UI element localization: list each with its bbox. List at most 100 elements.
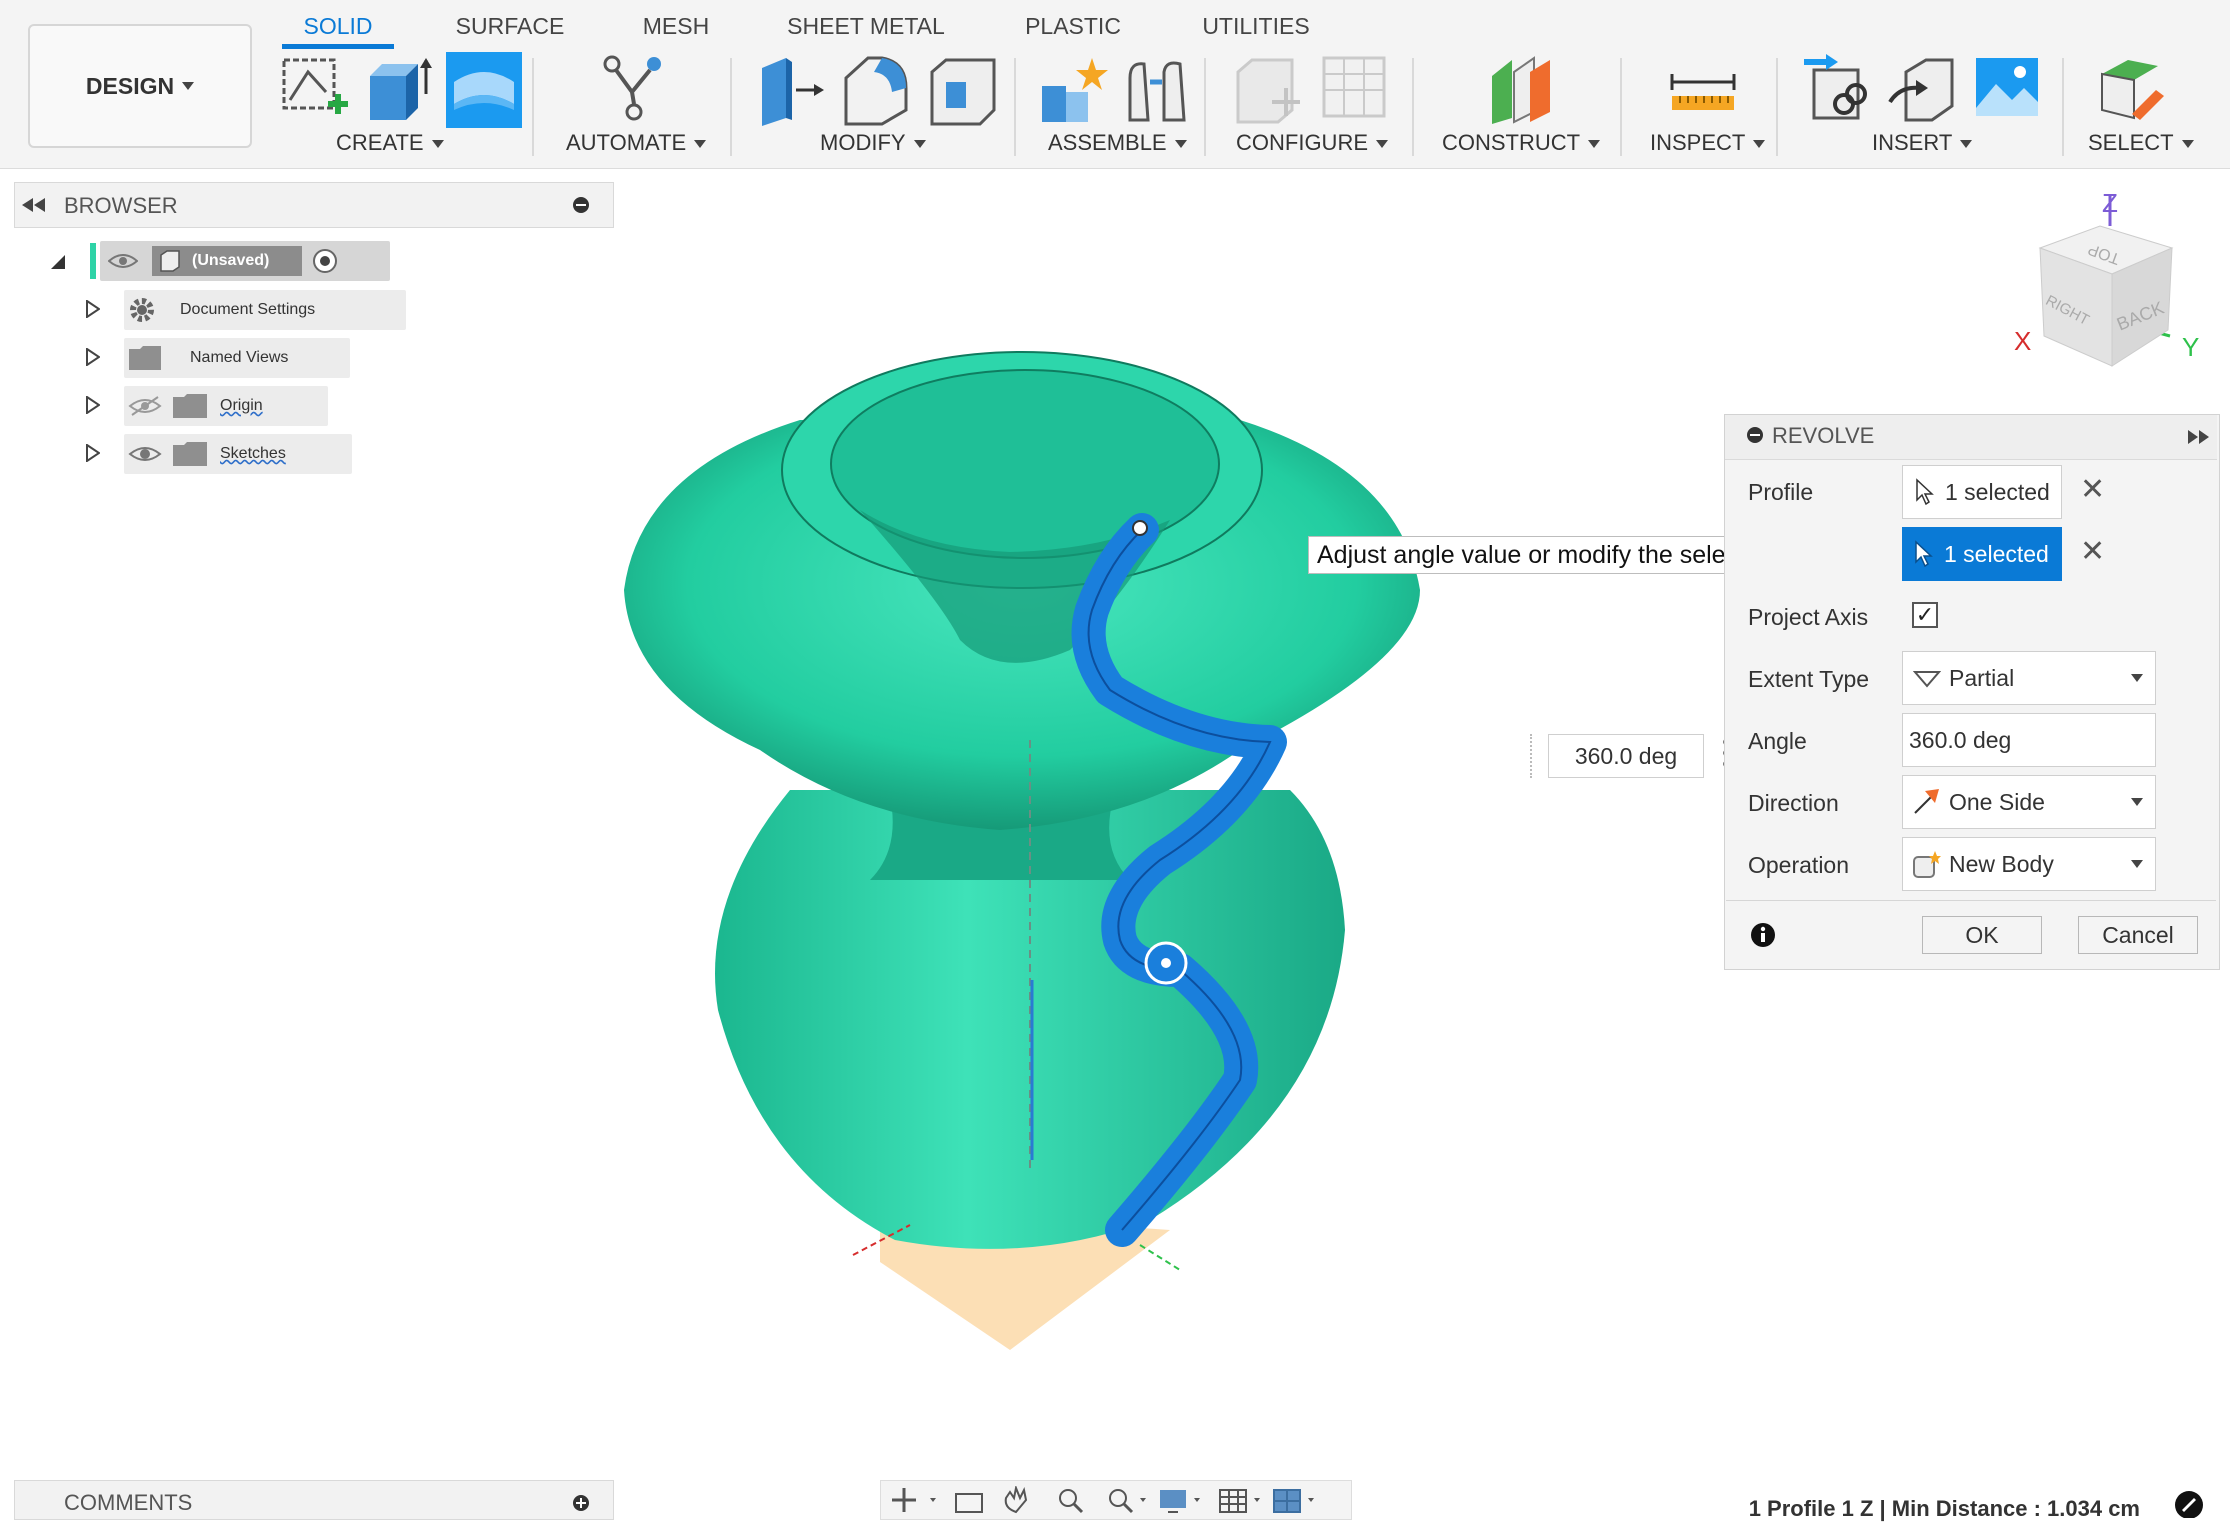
automate-icon[interactable] (596, 52, 670, 126)
tree-collapsed-icon[interactable] (86, 300, 100, 318)
configuration-table-icon[interactable] (1318, 52, 1392, 126)
group-construct[interactable]: CONSTRUCT (1442, 130, 1601, 156)
direction-select[interactable]: One Side (1902, 775, 2156, 829)
insert-canvas-icon[interactable] (1970, 52, 2044, 126)
tab-utilities[interactable]: UTILITIES (1198, 12, 1314, 44)
chevron-down-icon (2131, 860, 2143, 868)
group-assemble[interactable]: ASSEMBLE (1048, 130, 1187, 156)
clear-axis-button[interactable]: ✕ (2080, 534, 2105, 569)
tree-collapsed-icon[interactable] (86, 444, 100, 462)
folder-icon (173, 394, 207, 418)
tree-expanded-icon[interactable] (50, 254, 66, 270)
press-pull-icon[interactable] (752, 52, 826, 126)
eye-hidden-icon[interactable] (128, 395, 162, 417)
sketch-status-icon[interactable] (2174, 1490, 2204, 1518)
clear-profile-button[interactable]: ✕ (2080, 472, 2105, 507)
insert-mesh-icon[interactable] (1886, 52, 1960, 126)
group-create[interactable]: CREATE (336, 130, 444, 156)
select-icon[interactable] (2096, 52, 2170, 126)
chevron-down-icon (182, 82, 195, 90)
status-text: 1 Profile 1 Z | Min Distance : 1.034 cm (1748, 1496, 2140, 1521)
browser-item-named-views[interactable]: Named Views (124, 338, 350, 378)
extrude-icon[interactable] (362, 52, 436, 126)
drag-handle[interactable] (1530, 734, 1544, 778)
divider (1726, 900, 2216, 901)
operation-select[interactable]: New Body (1902, 837, 2156, 891)
group-modify[interactable]: MODIFY (820, 130, 926, 156)
chevron-down-icon (2131, 674, 2143, 682)
expand-panel-icon[interactable] (2188, 430, 2210, 444)
root-label: (Unsaved) (192, 252, 270, 269)
measure-icon[interactable] (1666, 52, 1740, 126)
angle-label: Angle (1748, 728, 1807, 754)
viewport-angle-input[interactable]: 360.0 deg (1548, 734, 1704, 778)
comments-label: COMMENTS (64, 1490, 193, 1515)
chevron-down-icon (1960, 140, 1973, 149)
fillet-icon[interactable] (838, 52, 912, 126)
collapse-panel-icon[interactable] (22, 198, 46, 212)
folder-icon (173, 442, 207, 466)
tree-collapsed-icon[interactable] (86, 396, 100, 414)
design-workspace-button[interactable]: DESIGN (28, 24, 252, 148)
tooltip: Adjust angle value or modify the selecti… (1308, 536, 1788, 574)
revolve-icon[interactable] (446, 52, 522, 128)
direction-value: One Side (1949, 788, 2045, 815)
axis-x-label: X (2014, 326, 2032, 356)
gear-icon (130, 298, 154, 322)
eye-icon[interactable] (128, 443, 162, 465)
operation-label: Operation (1748, 852, 1850, 878)
shell-icon[interactable] (926, 52, 1000, 126)
eye-icon[interactable] (108, 251, 138, 271)
partial-extent-icon (1913, 671, 1941, 688)
revolved-vase-model[interactable] (600, 330, 1500, 1370)
chevron-down-icon (694, 140, 707, 149)
browser-item-label: Origin (220, 397, 263, 414)
profile-selection[interactable]: 1 selected (1902, 465, 2062, 519)
design-label: DESIGN (85, 72, 175, 99)
joint-icon[interactable] (1120, 52, 1194, 126)
add-comment-icon[interactable] (572, 1494, 590, 1512)
direction-label: Direction (1748, 790, 1839, 816)
group-configure[interactable]: CONFIGURE (1236, 130, 1388, 156)
axis-selection[interactable]: 1 selected (1902, 527, 2062, 581)
group-select[interactable]: SELECT (2088, 130, 2194, 156)
browser-minimize-icon[interactable] (572, 196, 590, 214)
folder-icon (129, 346, 161, 370)
tab-mesh[interactable]: MESH (636, 12, 716, 44)
chevron-down-icon (1376, 140, 1388, 149)
extent-type-select[interactable]: Partial (1902, 651, 2156, 705)
info-icon[interactable] (1750, 922, 1776, 948)
tree-collapsed-icon[interactable] (86, 348, 100, 366)
group-inspect[interactable]: INSPECT (1650, 130, 1766, 156)
browser-item-label: Sketches (220, 445, 286, 462)
navigation-tools[interactable] (890, 1486, 1330, 1514)
tab-plastic[interactable]: PLASTIC (1018, 12, 1128, 44)
browser-item-origin[interactable]: Origin (124, 386, 328, 426)
separator (2062, 58, 2064, 156)
create-sketch-icon[interactable] (278, 52, 352, 126)
configure-icon[interactable] (1232, 52, 1306, 126)
profile-value: 1 selected (1945, 478, 2050, 505)
ok-button[interactable]: OK (1922, 916, 2042, 954)
browser-item-document-settings[interactable]: Document Settings (124, 290, 406, 330)
browser-root[interactable]: (Unsaved) (100, 241, 390, 281)
project-axis-checkbox[interactable]: ✓ (1912, 602, 1938, 628)
chevron-down-icon (1174, 140, 1187, 149)
group-insert[interactable]: INSERT (1872, 130, 1973, 156)
panel-collapse-icon[interactable] (1746, 426, 1764, 444)
radio-activate-icon[interactable] (312, 248, 338, 274)
angle-input[interactable]: 360.0 deg (1902, 713, 2156, 767)
separator (1014, 58, 1016, 156)
separator (1620, 58, 1622, 156)
cursor-icon (1915, 540, 1933, 568)
cancel-button[interactable]: Cancel (2078, 916, 2198, 954)
offset-plane-icon[interactable] (1484, 52, 1558, 126)
tab-solid[interactable]: SOLID (282, 12, 394, 49)
new-component-icon[interactable] (1036, 52, 1110, 126)
axis-z-label: Z (2102, 188, 2118, 218)
tab-sheet-metal[interactable]: SHEET METAL (786, 12, 946, 44)
insert-derive-icon[interactable] (1800, 52, 1874, 126)
group-automate[interactable]: AUTOMATE (566, 130, 707, 156)
browser-item-sketches[interactable]: Sketches (124, 434, 352, 474)
tab-surface[interactable]: SURFACE (452, 12, 568, 44)
